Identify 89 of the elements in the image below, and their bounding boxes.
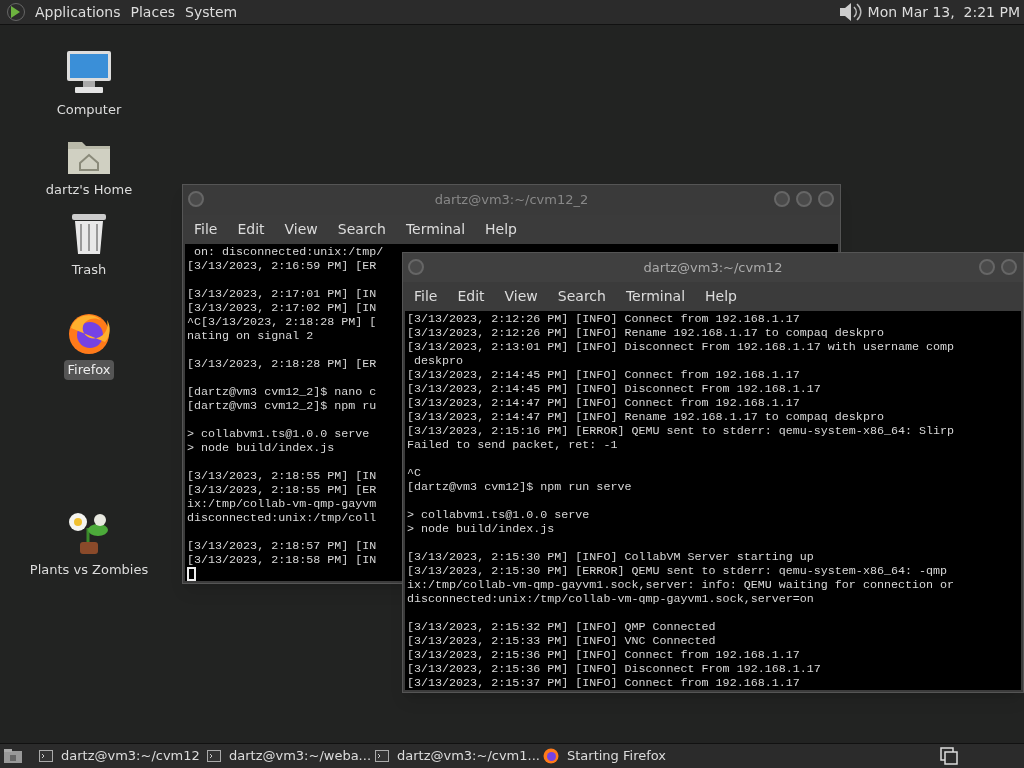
terminal-icon xyxy=(39,750,53,762)
menu-item[interactable]: Help xyxy=(477,219,525,240)
panel-menu[interactable]: Applications xyxy=(34,1,122,23)
clock[interactable]: Mon Mar 13, 2:21 PM xyxy=(867,1,1020,23)
app-menu-icon xyxy=(6,2,26,22)
window-control-button[interactable] xyxy=(979,259,995,275)
monitor-icon xyxy=(65,48,113,96)
terminal-line: deskpro xyxy=(413,354,464,368)
menu-item[interactable]: Edit xyxy=(229,219,273,240)
terminal-line: [3/13/2023, 2:14:47 PM] [INFO] Rename 192.168.1.17 to compaq deskpro xyxy=(407,410,884,424)
window-title: dartz@vm3:~/cvm12_2 xyxy=(434,191,589,210)
terminal-icon xyxy=(375,750,389,762)
terminal-line: [3/13/2023, 2:14:47 PM] [INFO] Connect from 192.168.1.17 xyxy=(407,396,800,410)
terminal-line: on: disconnected:unix:/tmp/ xyxy=(193,245,384,259)
show-desktop-icon[interactable] xyxy=(3,748,23,764)
terminal-line: ^C xyxy=(407,466,422,480)
menu-item[interactable]: Search xyxy=(329,219,394,240)
terminal-line: [dartz@vm3 cvm12_2]$ npm ru xyxy=(187,399,377,413)
menu-item[interactable]: Terminal xyxy=(397,219,474,240)
menu-item[interactable]: Edit xyxy=(449,286,493,308)
menu-item[interactable]: File xyxy=(406,286,446,308)
window-menu-button[interactable] xyxy=(188,191,204,207)
terminal-line: [3/13/2023, 2:15:33 PM] [INFO] VNC Connected xyxy=(407,634,716,648)
terminal-line: [3/13/2023, 2:18:57 PM] [IN xyxy=(187,539,377,553)
firefox-icon xyxy=(543,748,559,764)
terminal-line: [3/13/2023, 2:15:16 PM] [ERROR] QEMU sent to stderr: qemu-system-x86_64: Slirp xyxy=(407,424,955,438)
window-control-button[interactable] xyxy=(818,191,834,207)
menu-item[interactable]: View xyxy=(496,286,546,308)
terminal-line: [3/13/2023, 2:14:45 PM] [INFO] Disconnect From 192.168.1.17 xyxy=(407,382,821,396)
terminal-line: [dartz@vm3 cvm12]$ npm run serve xyxy=(407,480,632,494)
window-control-button[interactable] xyxy=(1001,259,1017,275)
speaker-icon[interactable] xyxy=(837,1,862,23)
window-menu-button[interactable] xyxy=(408,259,424,275)
terminal-line: [3/13/2023, 2:12:26 PM] [INFO] Rename 192.168.1.17 to compaq deskpro xyxy=(407,326,884,340)
terminal-line: [3/13/2023, 2:15:37 PM] [INFO] Connect from 192.168.1.17 xyxy=(407,676,800,690)
terminal-line: [3/13/2023, 2:12:26 PM] [INFO] Connect from 192.168.1.17 xyxy=(407,312,800,326)
terminal-line: [3/13/2023, 2:15:36 PM] [INFO] Connect from 192.168.1.17 xyxy=(407,648,800,662)
desktop-icon-label[interactable]: Trash xyxy=(68,260,110,280)
menu-item[interactable]: File xyxy=(186,219,226,240)
terminal-line: > collabvm1.ts@1.0.0 serve xyxy=(407,508,590,522)
desktop-icon-label[interactable]: Computer xyxy=(53,100,125,120)
terminal-line: [3/13/2023, 2:18:55 PM] [IN xyxy=(187,469,377,483)
taskbar-button[interactable]: dartz@vm3:~/cvm1... xyxy=(373,745,541,767)
task-label: dartz@vm3:~/weba... xyxy=(229,747,371,766)
terminal-line: [dartz@vm3 cvm12_2]$ nano c xyxy=(187,385,377,399)
panel-menu[interactable]: Places xyxy=(129,1,177,23)
taskbar-button[interactable]: dartz@vm3:~/cvm12 xyxy=(37,745,205,767)
task-label: Starting Firefox xyxy=(567,747,667,766)
window-control-button[interactable] xyxy=(796,191,812,207)
terminal-line: > node build/index.js xyxy=(407,522,555,536)
terminal-line: ix:/tmp/collab-vm-qmp-gayvm1.sock,server: info: QEMU waiting for connection or xyxy=(407,578,955,592)
window-titlebar[interactable]: dartz@vm3:~/cvm12 xyxy=(403,253,1023,283)
terminal-line: [3/13/2023, 2:15:36 PM] [INFO] Disconnect From 192.168.1.17 xyxy=(407,662,821,676)
terminal-line: [3/13/2023, 2:17:02 PM] [IN xyxy=(187,301,377,315)
terminal-line: > node build/index.js xyxy=(187,441,335,455)
terminal-line: disconnected:unix:/tmp/collab-vm-qmp-gayvm1.sock,server=on xyxy=(407,592,814,606)
terminal-line: nating on signal 2 xyxy=(187,329,314,343)
taskbar-button[interactable]: dartz@vm3:~/weba... xyxy=(205,745,373,767)
task-label: dartz@vm3:~/cvm12 xyxy=(61,747,200,766)
terminal-line: ^C[3/13/2023, 2:18:28 PM] [ xyxy=(187,315,377,329)
terminal-line: [3/13/2023, 2:18:58 PM] [IN xyxy=(187,553,377,567)
terminal-line: disconnected:unix:/tmp/coll xyxy=(187,511,377,525)
taskbar-button[interactable]: Starting Firefox xyxy=(541,745,709,767)
terminal-line: [3/13/2023, 2:14:45 PM] [INFO] Connect from 192.168.1.17 xyxy=(407,368,800,382)
terminal-line: Failed to send packet, ret: -1 xyxy=(407,438,618,452)
desktop-icon-label[interactable]: Firefox xyxy=(64,360,114,380)
terminal-line: ix:/tmp/collab-vm-qmp-gayvm xyxy=(187,497,377,511)
terminal-line: [3/13/2023, 2:13:01 PM] [INFO] Disconnect From 192.168.1.17 with username comp xyxy=(407,340,955,354)
panel-menu[interactable]: System xyxy=(184,1,239,23)
workspace-switcher-icon[interactable] xyxy=(940,747,958,765)
task-label: dartz@vm3:~/cvm1... xyxy=(397,747,540,766)
terminal-line: [3/13/2023, 2:18:28 PM] [ER xyxy=(187,357,377,371)
desktop-icon-label[interactable]: dartz's Home xyxy=(42,180,136,200)
menu-item[interactable]: Search xyxy=(549,286,614,308)
terminal-line: [3/13/2023, 2:17:01 PM] [IN xyxy=(187,287,377,301)
terminal-line: [3/13/2023, 2:15:30 PM] [INFO] CollabVM Server starting up xyxy=(407,550,814,564)
menu-item[interactable]: View xyxy=(276,219,326,240)
terminal-icon xyxy=(207,750,221,762)
terminal-line: [3/13/2023, 2:15:32 PM] [INFO] QMP Connected xyxy=(407,620,716,634)
terminal-line: > collabvm1.ts@1.0.0 serve xyxy=(187,427,370,441)
terminal-line: [3/13/2023, 2:16:59 PM] [ER xyxy=(187,259,377,273)
terminal-line: [3/13/2023, 2:18:55 PM] [ER xyxy=(187,483,377,497)
menu-item[interactable]: Terminal xyxy=(617,286,694,308)
window-title: dartz@vm3:~/cvm12 xyxy=(643,259,783,277)
terminal-line: [3/13/2023, 2:15:30 PM] [ERROR] QEMU sent to stderr: qemu-system-x86_64: -qmp xyxy=(407,564,948,578)
desktop-icon-label[interactable]: Plants vs Zombies xyxy=(26,560,152,580)
trash-icon xyxy=(70,212,108,256)
menu-item[interactable]: Help xyxy=(697,286,745,308)
window-control-button[interactable] xyxy=(774,191,790,207)
